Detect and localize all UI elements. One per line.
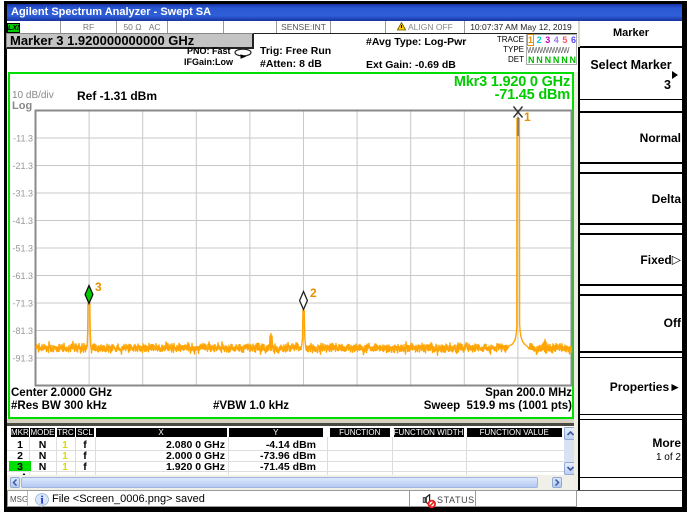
svg-text:-91.3: -91.3 [12,354,33,364]
svg-text:3: 3 [95,280,102,294]
svg-text:-41.3: -41.3 [12,216,33,226]
svg-text:-21.3: -21.3 [12,161,33,171]
svg-text:1: 1 [524,110,531,124]
svg-text:-61.3: -61.3 [12,271,33,281]
svg-text:-81.3: -81.3 [12,326,33,336]
svg-text:-71.3: -71.3 [12,299,33,309]
svg-text:-11.3: -11.3 [13,134,33,144]
svg-text:-31.3: -31.3 [12,189,33,199]
svg-text:-51.3: -51.3 [12,244,33,254]
svg-text:2: 2 [310,286,317,300]
